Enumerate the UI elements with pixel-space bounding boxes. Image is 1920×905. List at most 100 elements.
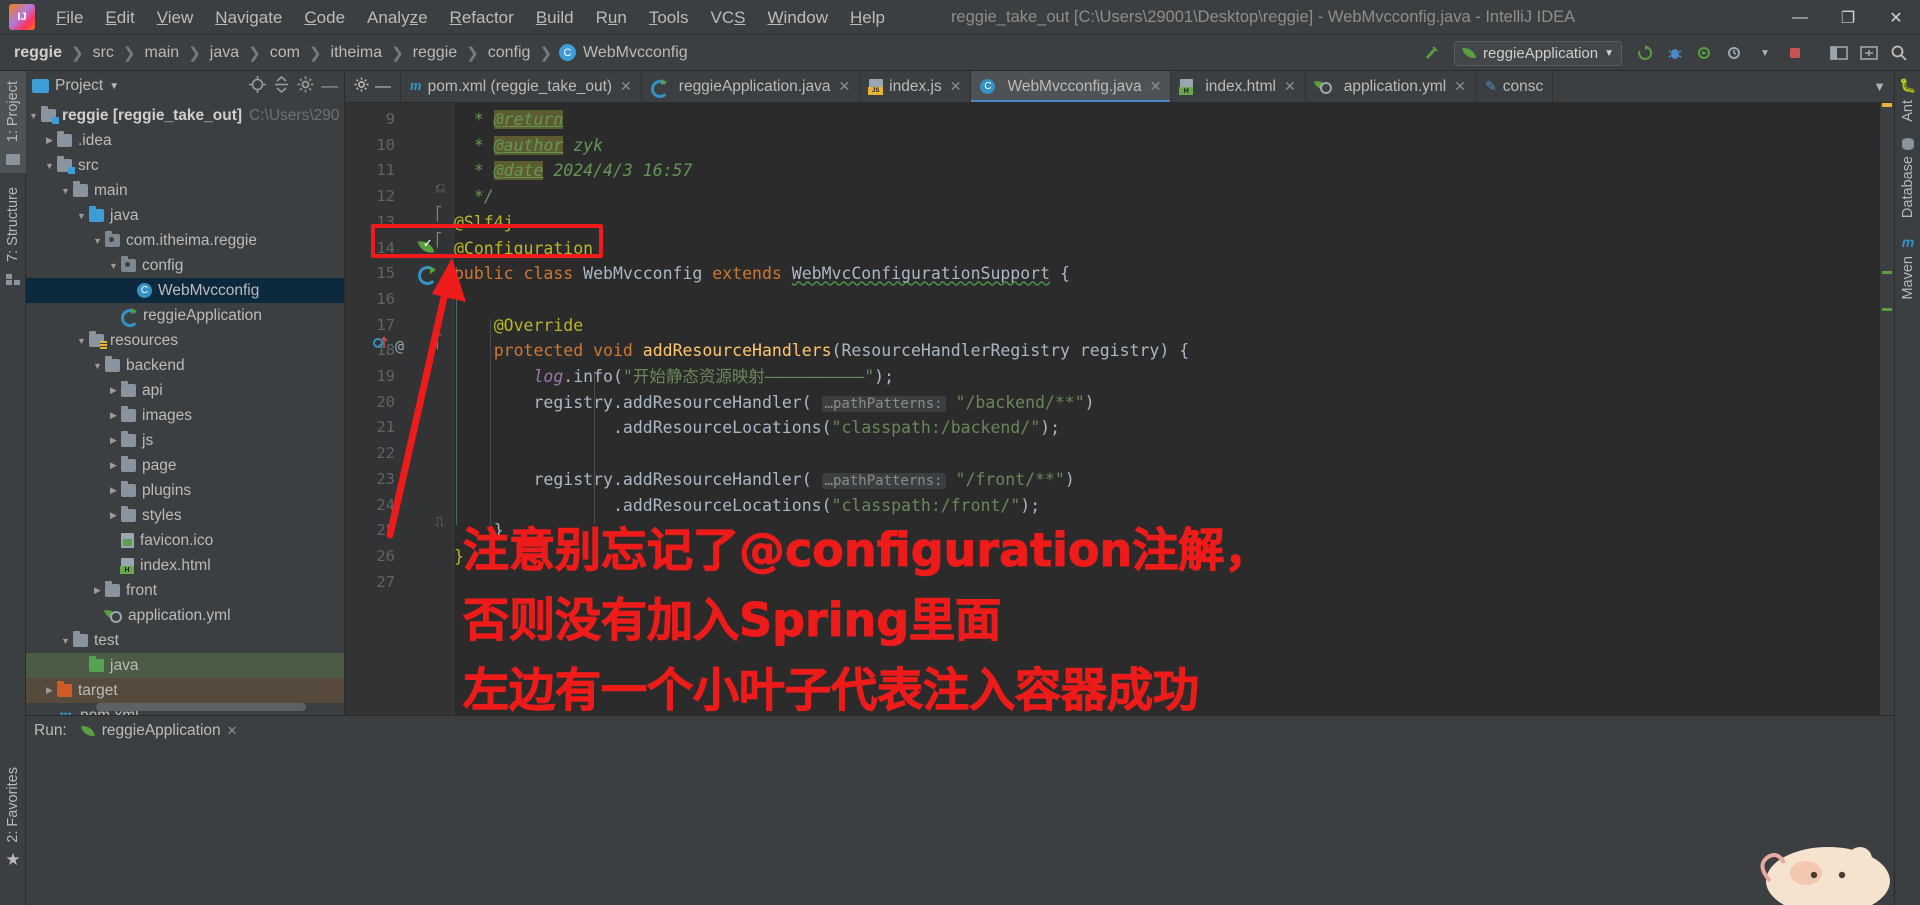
expand-arrow-icon[interactable]: ▼ — [58, 186, 73, 196]
code-line[interactable]: * @author zyk — [454, 133, 1894, 159]
rail-tool-ant[interactable]: 🐛 Ant — [1895, 71, 1920, 128]
tree-node-application-yml[interactable]: application.yml — [26, 603, 344, 628]
code-line[interactable]: registry.addResourceHandler( …pathPatter… — [454, 390, 1894, 416]
chevron-down-icon[interactable]: ▼ — [1752, 40, 1778, 66]
breadcrumb-item-6[interactable]: reggie — [411, 44, 459, 62]
tree-node-reggie-reggie-take-out-[interactable]: ▼ reggie [reggie_take_out] C:\Users\290 — [26, 103, 344, 128]
collapse-arrow-icon[interactable]: ▶ — [106, 460, 121, 471]
debug-icon[interactable] — [1662, 40, 1688, 66]
tree-node-js[interactable]: ▶ js — [26, 428, 344, 453]
collapse-arrow-icon[interactable]: ▶ — [90, 585, 105, 596]
hide-icon[interactable]: — — [321, 77, 338, 94]
tree-node-page[interactable]: ▶ page — [26, 453, 344, 478]
menu-file[interactable]: File — [45, 0, 94, 35]
tree-node-plugins[interactable]: ▶ plugins — [26, 478, 344, 503]
editor-tab-pom-xml-reggie-take-out-[interactable]: m pom.xml (reggie_take_out) ✕ — [401, 71, 642, 102]
collapse-arrow-icon[interactable]: ▶ — [106, 510, 121, 521]
close-button[interactable]: ✕ — [1872, 0, 1920, 35]
menu-edit[interactable]: Edit — [94, 0, 145, 35]
code-line[interactable]: @Configuration — [454, 236, 1894, 262]
menu-vcs[interactable]: VCS — [700, 0, 757, 35]
editor-gutter[interactable]: 9 10 11 12 13 14 15 16 17 18 19 20 21 22 23 24 25 26 27 — [345, 103, 407, 715]
updates-icon[interactable] — [1856, 40, 1882, 66]
layout-icon[interactable] — [1826, 40, 1852, 66]
profiler-icon[interactable] — [1722, 40, 1748, 66]
menu-view[interactable]: View — [146, 0, 205, 35]
close-icon[interactable]: ✕ — [1150, 78, 1162, 95]
breadcrumb-item-2[interactable]: main — [143, 44, 182, 62]
expand-arrow-icon[interactable]: ▼ — [90, 361, 105, 371]
menu-window[interactable]: Window — [757, 0, 839, 35]
tree-node-target[interactable]: ▶ target — [26, 678, 344, 703]
code-line[interactable]: public class WebMvcconfig extends WebMvc… — [454, 261, 1894, 287]
code-line[interactable]: registry.addResourceHandler( …pathPatter… — [454, 467, 1894, 493]
fold-marker[interactable]: ⎍ — [435, 515, 444, 530]
run-tab-reggieapplication[interactable]: reggieApplication ✕ — [75, 722, 244, 740]
close-icon[interactable]: ✕ — [950, 78, 962, 95]
maximize-button[interactable]: ❐ — [1824, 0, 1872, 35]
spring-config-icon[interactable] — [418, 265, 437, 285]
editor-tab-index-js[interactable]: index.js ✕ — [860, 71, 972, 102]
tree-node-styles[interactable]: ▶ styles — [26, 503, 344, 528]
menu-analyze[interactable]: Analyze — [356, 0, 439, 35]
tree-node-index-html[interactable]: index.html — [26, 553, 344, 578]
fold-marker[interactable]: ⎡ — [435, 335, 443, 350]
collapse-arrow-icon[interactable]: ▶ — [106, 385, 121, 396]
chevron-down-icon[interactable]: ▼ — [109, 81, 119, 92]
expand-arrow-icon[interactable]: ▼ — [90, 236, 105, 246]
menu-tools[interactable]: Tools — [638, 0, 700, 35]
menu-code[interactable]: Code — [293, 0, 356, 35]
rail-tool-favorites[interactable]: 2: Favorites ★ — [0, 761, 26, 871]
tab-overflow-chevron-icon[interactable]: ▼ — [1865, 71, 1894, 102]
tree-node-backend[interactable]: ▼ backend — [26, 353, 344, 378]
editor-marker-bar[interactable] — [1880, 103, 1894, 715]
search-icon[interactable] — [1886, 40, 1912, 66]
fold-marker[interactable]: ⎡ — [435, 207, 443, 222]
code-line[interactable]: protected void addResourceHandlers(Resou… — [454, 338, 1894, 364]
expand-arrow-icon[interactable]: ▼ — [58, 636, 73, 646]
tree-node-favicon-ico[interactable]: favicon.ico — [26, 528, 344, 553]
menu-help[interactable]: Help — [839, 0, 896, 35]
gear-icon[interactable] — [354, 76, 369, 97]
gear-icon[interactable] — [297, 76, 314, 97]
build-icon[interactable] — [1418, 40, 1444, 66]
override-marker-icon[interactable] — [373, 335, 388, 354]
code-line[interactable]: */ — [454, 184, 1894, 210]
project-horizontal-scrollbar[interactable] — [96, 703, 306, 711]
code-line[interactable]: @Override — [454, 313, 1894, 339]
breadcrumb-item-3[interactable]: java — [208, 44, 241, 62]
expand-arrow-icon[interactable]: ▼ — [74, 336, 89, 346]
menu-run[interactable]: Run — [585, 0, 638, 35]
menu-build[interactable]: Build — [525, 0, 585, 35]
code-line[interactable]: log.info("开始静态资源映射——————————"); — [454, 364, 1894, 390]
tree-node-webmvcconfig[interactable]: C WebMvcconfig — [26, 278, 344, 303]
code-line[interactable]: * @return — [454, 107, 1894, 133]
tree-node-resources[interactable]: ▼ resources — [26, 328, 344, 353]
breadcrumb-item-0[interactable]: reggie — [12, 44, 64, 62]
collapse-arrow-icon[interactable]: ▶ — [42, 135, 57, 146]
rail-tool-maven[interactable]: m Maven — [1895, 224, 1920, 306]
menu-navigate[interactable]: Navigate — [204, 0, 293, 35]
tree-node-java[interactable]: ▼ java — [26, 203, 344, 228]
locate-icon[interactable] — [249, 75, 266, 97]
tree-node-java[interactable]: java — [26, 653, 344, 678]
close-icon[interactable]: ✕ — [620, 78, 632, 95]
rail-tool-database[interactable]: Database — [1895, 128, 1920, 224]
breadcrumb-current[interactable]: WebMvcconfig — [581, 44, 690, 62]
code-line[interactable] — [454, 441, 1894, 467]
fold-marker[interactable]: ⎌ — [435, 181, 445, 196]
tree-node-test[interactable]: ▼ test — [26, 628, 344, 653]
breadcrumb-item-4[interactable]: com — [268, 44, 302, 62]
close-icon[interactable]: ✕ — [838, 78, 850, 95]
editor-tab-webmvcconfig-java[interactable]: C WebMvcconfig.java ✕ — [971, 71, 1172, 102]
collapse-arrow-icon[interactable]: ▶ — [106, 435, 121, 446]
breadcrumb-item-5[interactable]: itheima — [329, 44, 385, 62]
collapse-arrow-icon[interactable]: ▶ — [106, 410, 121, 421]
rail-tool-structure[interactable]: 7: Structure — [0, 173, 26, 291]
breadcrumb-item-1[interactable]: src — [91, 44, 116, 62]
stop-icon[interactable] — [1782, 40, 1808, 66]
menu-refactor[interactable]: Refactor — [439, 0, 525, 35]
rail-tool-project[interactable]: 1: Project — [0, 71, 26, 174]
close-icon[interactable]: ✕ — [227, 723, 238, 739]
expand-arrow-icon[interactable]: ▼ — [42, 161, 57, 171]
